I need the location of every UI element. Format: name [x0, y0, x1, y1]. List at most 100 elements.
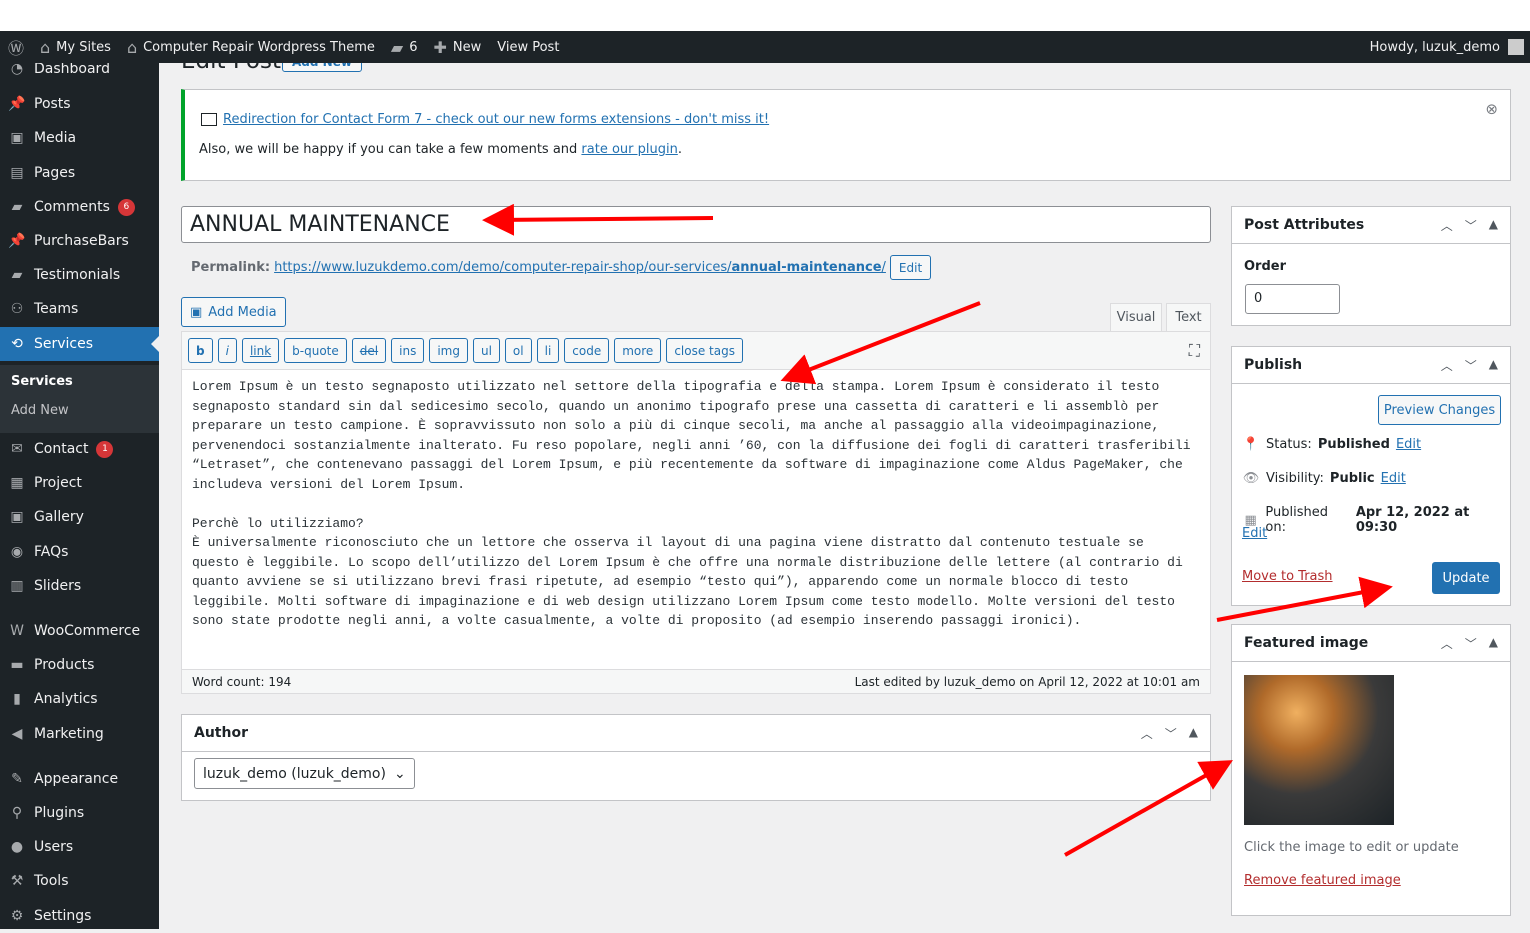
- move-up-icon[interactable]: ︿: [1441, 635, 1453, 652]
- featured-image[interactable]: [1244, 675, 1394, 825]
- plugin-notice: Redirection for Contact Form 7 - check o…: [181, 89, 1511, 181]
- qt-link-button[interactable]: link: [241, 338, 280, 363]
- order-input[interactable]: 0: [1245, 284, 1340, 314]
- tab-visual[interactable]: Visual: [1110, 303, 1162, 332]
- qt-ol-button[interactable]: ol: [504, 338, 532, 363]
- qt-del-button[interactable]: del: [351, 338, 387, 363]
- sidebar-item-teams[interactable]: ⚇ Teams: [0, 292, 159, 326]
- sidebar-item-users[interactable]: ● Users: [0, 830, 159, 864]
- author-title: Author: [194, 725, 248, 741]
- my-sites-menu[interactable]: ⌂ My Sites: [32, 31, 119, 63]
- sidebar-item-label: Sliders: [34, 578, 82, 594]
- sidebar-item-purchasebars[interactable]: 📌 PurchaseBars: [0, 224, 159, 258]
- sidebar-item-contact[interactable]: ✉ Contact 1: [0, 432, 159, 466]
- sidebar-item-testimonials[interactable]: ▰ Testimonials: [0, 258, 159, 292]
- qt-italic-button[interactable]: i: [217, 338, 237, 363]
- sidebar-item-project[interactable]: ▦ Project: [0, 466, 159, 500]
- comment-icon: ▰: [390, 37, 404, 57]
- dismiss-icon[interactable]: ⊗: [1485, 100, 1498, 118]
- move-up-icon[interactable]: ︿: [1441, 217, 1453, 234]
- sidebar-item-plugins[interactable]: ⚲ Plugins: [0, 796, 159, 830]
- content-textarea[interactable]: Lorem Ipsum è un testo segnaposto utiliz…: [182, 370, 1210, 638]
- published-edit-link[interactable]: Edit: [1242, 526, 1267, 541]
- move-down-icon[interactable]: ﹀: [1465, 217, 1477, 234]
- qt-close-tags-button[interactable]: close tags: [666, 338, 743, 363]
- sidebar-item-sliders[interactable]: ▥ Sliders: [0, 569, 159, 603]
- sidebar-item-appearance[interactable]: ✎ Appearance: [0, 762, 159, 796]
- qt-li-button[interactable]: li: [536, 338, 560, 363]
- move-down-icon[interactable]: ﹀: [1165, 725, 1177, 742]
- content-line: “Letraset”, che contenevano passaggi del…: [192, 457, 1183, 472]
- site-name-label: Computer Repair Wordpress Theme: [143, 39, 375, 55]
- permalink-label: Permalink:: [191, 260, 271, 275]
- update-button[interactable]: Update: [1432, 562, 1500, 594]
- sidebar-item-media[interactable]: ▣ Media: [0, 121, 159, 155]
- author-select[interactable]: luzuk_demo (luzuk_demo) ⌄: [194, 758, 415, 789]
- new-content-menu[interactable]: ✚ New: [425, 31, 489, 63]
- sidebar-item-label: FAQs: [34, 544, 69, 560]
- toggle-icon[interactable]: ▲: [1489, 217, 1498, 234]
- move-down-icon[interactable]: ﹀: [1465, 635, 1477, 652]
- move-down-icon[interactable]: ﹀: [1465, 357, 1477, 374]
- sidebar-item-pages[interactable]: ▤ Pages: [0, 156, 159, 190]
- sidebar-item-comments[interactable]: ▰ Comments 6: [0, 190, 159, 224]
- word-count: Word count: 194: [192, 674, 292, 689]
- new-label: New: [452, 39, 482, 55]
- move-up-icon[interactable]: ︿: [1441, 357, 1453, 374]
- site-name-menu[interactable]: ⌂ Computer Repair Wordpress Theme: [119, 31, 383, 63]
- toggle-icon[interactable]: ▲: [1489, 635, 1498, 652]
- sidebar-item-posts[interactable]: 📌 Posts: [0, 87, 159, 121]
- qt-bold-button[interactable]: b: [188, 338, 213, 363]
- media-icon: ▣: [10, 130, 24, 146]
- sidebar-item-services[interactable]: ⟲ Services: [0, 327, 159, 361]
- add-media-button[interactable]: ▣ Add Media: [181, 297, 286, 327]
- rate-plugin-link[interactable]: rate our plugin: [581, 142, 677, 157]
- sidebar-item-gallery[interactable]: ▣ Gallery: [0, 500, 159, 534]
- sidebar-item-faqs[interactable]: ◉ FAQs: [0, 535, 159, 569]
- top-strip: [0, 0, 1530, 31]
- services-icon: ⟲: [11, 336, 23, 352]
- account-menu[interactable]: Howdy, luzuk_demo: [1370, 39, 1530, 55]
- move-to-trash-link[interactable]: Move to Trash: [1242, 569, 1333, 584]
- pin-icon: 📌: [8, 96, 26, 112]
- sidebar-item-analytics[interactable]: ▮ Analytics: [0, 682, 159, 716]
- sidebar-item-tools[interactable]: ⚒ Tools: [0, 864, 159, 898]
- qt-ins-button[interactable]: ins: [391, 338, 425, 363]
- remove-featured-image-link[interactable]: Remove featured image: [1244, 873, 1401, 888]
- qt-more-button[interactable]: more: [614, 338, 662, 363]
- plus-icon: ✚: [433, 37, 447, 57]
- eye-icon: 👁: [1242, 471, 1260, 486]
- comments-menu[interactable]: ▰ 6: [383, 31, 426, 63]
- status-label: Status:: [1266, 437, 1312, 452]
- move-up-icon[interactable]: ︿: [1141, 725, 1153, 742]
- post-title-input[interactable]: ANNUAL MAINTENANCE: [181, 206, 1211, 243]
- tab-text[interactable]: Text: [1166, 303, 1211, 332]
- sidebar-item-settings[interactable]: ⚙ Settings: [0, 899, 159, 933]
- qt-bquote-button[interactable]: b-quote: [284, 338, 347, 363]
- permalink-edit-button[interactable]: Edit: [889, 255, 932, 280]
- qt-img-button[interactable]: img: [429, 338, 468, 363]
- sidebar-item-label: Dashboard: [34, 61, 110, 77]
- sidebar-item-label: Media: [34, 130, 77, 146]
- wp-logo-menu[interactable]: Ⓦ: [0, 31, 32, 63]
- admin-sidebar: Services Add New ◔ Dashboard 📌 Posts ▣ Media ▤…: [0, 61, 159, 929]
- sidebar-item-label: Users: [34, 839, 74, 855]
- qt-code-button[interactable]: code: [564, 338, 610, 363]
- fullscreen-icon[interactable]: ⛶: [1189, 341, 1200, 361]
- status-edit-link[interactable]: Edit: [1396, 437, 1421, 452]
- sidebar-item-woocommerce[interactable]: W WooCommerce: [0, 614, 159, 648]
- toggle-icon[interactable]: ▲: [1189, 725, 1198, 742]
- submenu-services[interactable]: Services: [0, 374, 73, 389]
- visibility-edit-link[interactable]: Edit: [1381, 471, 1406, 486]
- sidebar-item-marketing[interactable]: ◀ Marketing: [0, 717, 159, 751]
- sidebar-item-products[interactable]: ▬ Products: [0, 648, 159, 682]
- wordpress-logo-icon: Ⓦ: [8, 39, 25, 58]
- preview-changes-button[interactable]: Preview Changes: [1378, 395, 1501, 425]
- qt-ul-button[interactable]: ul: [472, 338, 500, 363]
- comments-icon: ▰: [11, 267, 23, 283]
- toggle-icon[interactable]: ▲: [1489, 357, 1498, 374]
- view-post-link[interactable]: View Post: [489, 31, 567, 63]
- notice-link[interactable]: Redirection for Contact Form 7 - check o…: [223, 112, 769, 127]
- submenu-add-new[interactable]: Add New: [0, 403, 69, 418]
- permalink-link[interactable]: https://www.luzukdemo.com/demo/computer-…: [274, 260, 886, 275]
